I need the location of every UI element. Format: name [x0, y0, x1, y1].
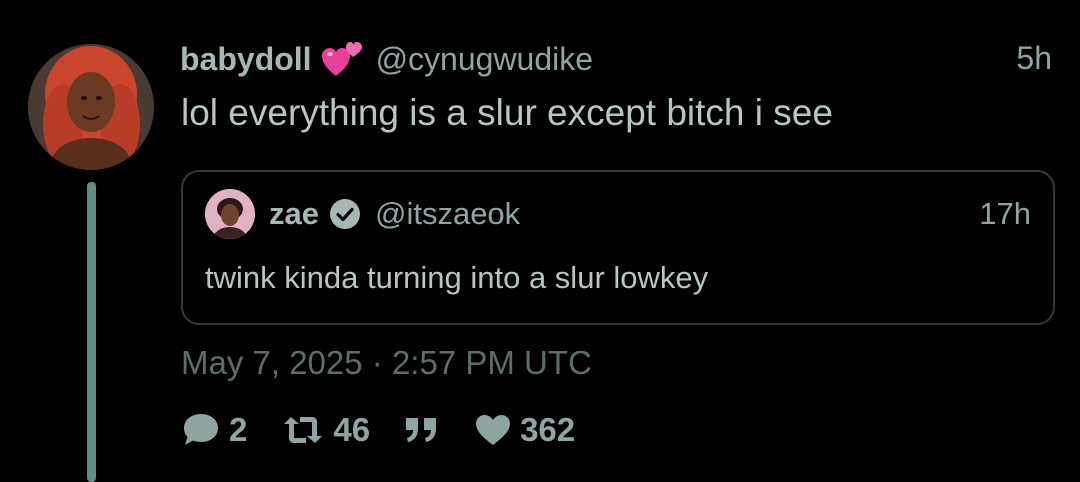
comment-icon — [184, 414, 218, 445]
retweet-count: 46 — [333, 411, 371, 448]
retweet-button[interactable]: 46 — [281, 411, 370, 449]
quoted-author-avatar[interactable] — [205, 189, 255, 239]
like-count: 362 — [520, 411, 576, 448]
retweet-icon — [284, 417, 323, 443]
author-avatar-image — [28, 44, 154, 170]
tweet-text: lol everything is a slur except bitch i … — [181, 92, 833, 133]
author-display-name[interactable]: babydoll — [180, 41, 312, 78]
quoted-tweet-card[interactable]: zae @itszaeok 17h twink kinda turning in… — [181, 170, 1055, 325]
reply-button[interactable]: 2 — [181, 411, 247, 449]
reply-count: 2 — [229, 411, 248, 448]
author-handle[interactable]: @cynugwudike — [376, 41, 593, 78]
thread-line — [87, 182, 96, 482]
quoted-tweet-time-ago[interactable]: 17h — [979, 196, 1031, 232]
quoted-tweet-text: twink kinda turning into a slur lowkey — [205, 260, 709, 295]
heart-icon — [476, 415, 511, 445]
tweet-header: babydoll @cynugwudike — [180, 38, 593, 80]
quoted-author-avatar-image — [205, 189, 255, 239]
quote-button[interactable] — [404, 414, 440, 446]
quote-icon — [406, 418, 437, 442]
verified-badge-icon — [329, 198, 361, 230]
quoted-tweet-header: zae @itszaeok — [269, 194, 520, 234]
tweet-time-ago[interactable]: 5h — [1016, 40, 1052, 77]
like-button[interactable]: 362 — [474, 411, 575, 449]
quoted-author-handle[interactable]: @itszaeok — [375, 196, 520, 232]
tweet-actions: 2 46 362 — [181, 408, 609, 452]
author-avatar[interactable] — [28, 44, 154, 170]
quoted-author-display-name[interactable]: zae — [269, 196, 319, 232]
two-hearts-emoji-icon — [321, 40, 364, 78]
tweet-date[interactable]: May 7, 2025 · 2:57 PM UTC — [181, 344, 592, 382]
